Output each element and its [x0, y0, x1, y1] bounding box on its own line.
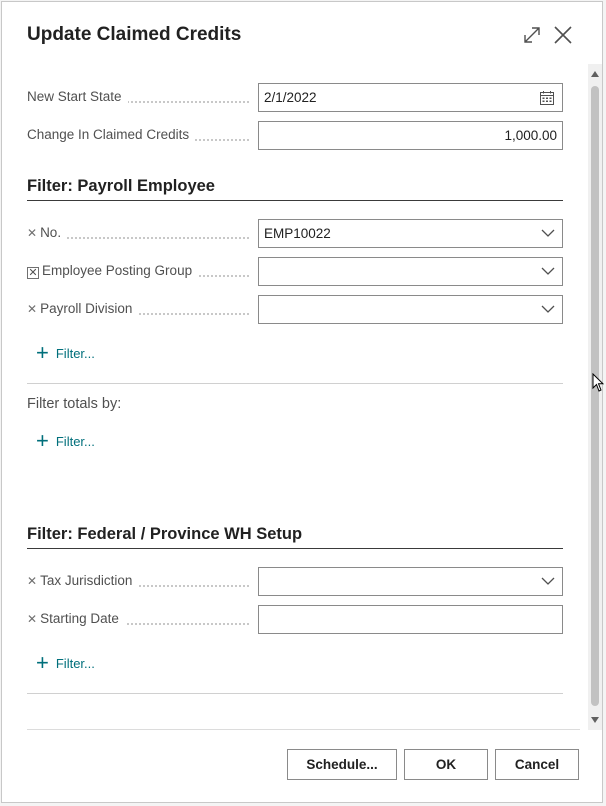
filter-row-payroll-division-label: ✕ Payroll Division: [27, 301, 249, 319]
plus-icon: +: [36, 650, 49, 675]
remove-filter-icon[interactable]: ✕: [27, 267, 39, 279]
filter-payroll-division-select[interactable]: [258, 295, 563, 324]
filter-row-employee-posting-group: ✕ Employee Posting Group: [27, 257, 563, 287]
new-start-state-input[interactable]: 2/1/2022: [258, 83, 563, 112]
footer-divider: [27, 729, 580, 730]
scroll-down-icon[interactable]: [591, 717, 599, 723]
add-filter-label: Filter...: [55, 345, 95, 361]
new-start-state-value: 2/1/2022: [264, 90, 317, 105]
ok-button[interactable]: OK: [404, 749, 488, 780]
payroll-employee-filter-title: Filter: Payroll Employee: [27, 177, 215, 195]
change-in-claimed-credits-input[interactable]: 1,000.00: [258, 121, 563, 150]
filter-row-starting-date: ✕ Starting Date: [27, 605, 563, 635]
filter-row-tax-jurisdiction-label: ✕ Tax Jurisdiction: [27, 573, 249, 591]
filter-row-no: ✕ No. EMP10022: [27, 219, 563, 249]
add-filter-totals[interactable]: + Filter...: [36, 428, 95, 453]
section-divider: [27, 548, 563, 549]
filter-no-select[interactable]: EMP10022: [258, 219, 563, 248]
filter-row-payroll-division: ✕ Payroll Division: [27, 295, 563, 325]
divider: [27, 383, 563, 384]
add-filter-label: Filter...: [55, 655, 95, 671]
new-start-state-row: New Start State 2/1/2022: [27, 83, 563, 113]
change-in-claimed-credits-label: Change In Claimed Credits: [27, 127, 249, 145]
update-claimed-credits-dialog: Update Claimed Credits New Start State 2…: [1, 1, 603, 803]
filter-row-tax-jurisdiction: ✕ Tax Jurisdiction: [27, 567, 563, 597]
divider: [27, 693, 563, 694]
new-start-state-label: New Start State: [27, 89, 249, 107]
filter-row-no-label: ✕ No.: [27, 225, 249, 243]
filter-row-starting-date-label: ✕ Starting Date: [27, 611, 249, 629]
filter-starting-date-input[interactable]: [258, 605, 563, 634]
remove-filter-icon[interactable]: ✕: [27, 612, 37, 626]
expand-icon[interactable]: [521, 24, 543, 46]
chevron-down-icon[interactable]: [541, 302, 555, 319]
schedule-button[interactable]: Schedule...: [287, 749, 397, 780]
chevron-down-icon[interactable]: [541, 574, 555, 591]
plus-icon: +: [36, 340, 49, 365]
wh-setup-filter-title: Filter: Federal / Province WH Setup: [27, 525, 303, 543]
close-icon[interactable]: [552, 24, 574, 46]
chevron-down-icon[interactable]: [541, 264, 555, 281]
remove-filter-icon[interactable]: ✕: [27, 574, 37, 588]
add-filter-payroll-employee[interactable]: + Filter...: [36, 340, 95, 365]
dialog-title: Update Claimed Credits: [27, 24, 242, 45]
filter-totals-title: Filter totals by:: [27, 396, 122, 412]
chevron-down-icon[interactable]: [541, 226, 555, 243]
mouse-cursor-icon: [592, 372, 605, 398]
remove-filter-icon[interactable]: ✕: [27, 226, 37, 240]
filter-no-value: EMP10022: [264, 226, 331, 241]
section-divider: [27, 200, 563, 201]
filter-row-employee-posting-group-label: ✕ Employee Posting Group: [27, 263, 249, 281]
cancel-button[interactable]: Cancel: [495, 749, 579, 780]
plus-icon: +: [36, 428, 49, 453]
add-filter-wh-setup[interactable]: + Filter...: [36, 650, 95, 675]
remove-filter-icon[interactable]: ✕: [27, 302, 37, 316]
filter-employee-posting-group-select[interactable]: [258, 257, 563, 286]
scroll-up-icon[interactable]: [591, 71, 599, 77]
change-in-claimed-credits-row: Change In Claimed Credits 1,000.00: [27, 121, 563, 151]
filter-tax-jurisdiction-select[interactable]: [258, 567, 563, 596]
calendar-icon[interactable]: [539, 90, 555, 109]
add-filter-label: Filter...: [55, 433, 95, 449]
